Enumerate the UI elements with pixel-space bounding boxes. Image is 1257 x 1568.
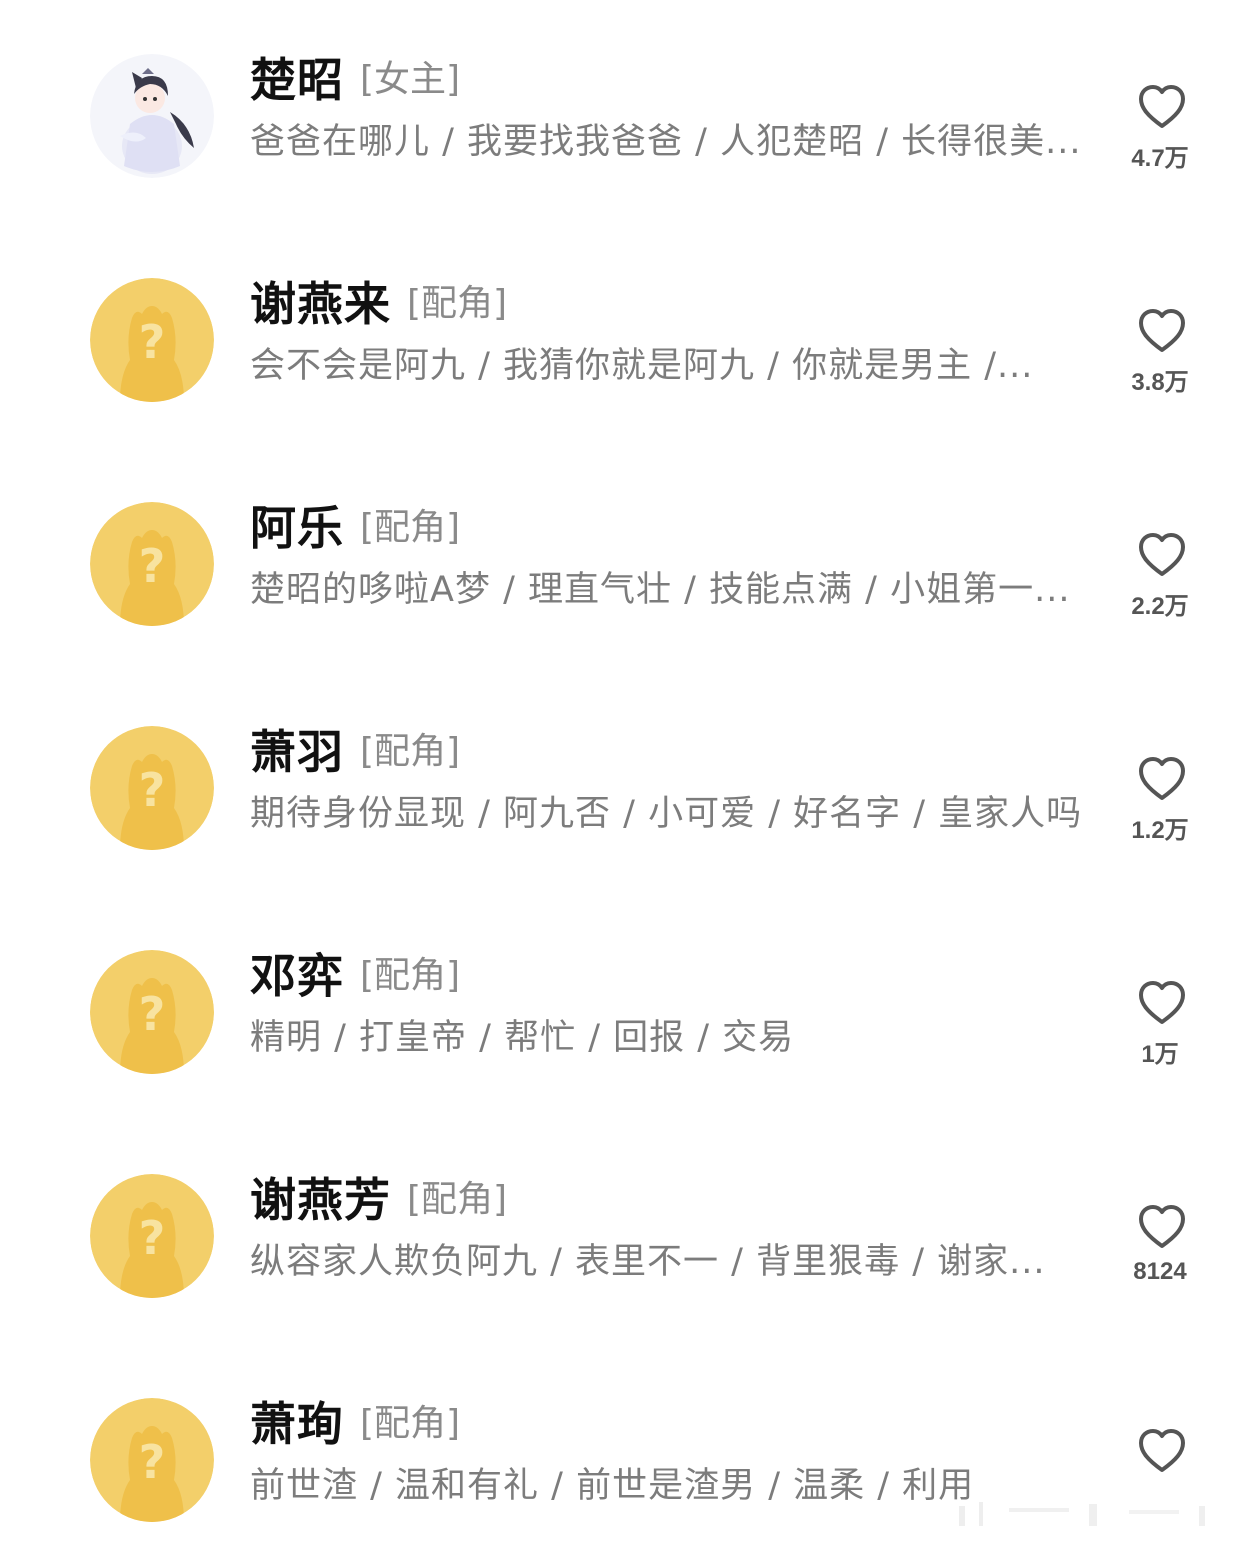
heart-outline-icon[interactable] <box>1138 980 1186 1026</box>
female-character-avatar-icon[interactable] <box>90 54 214 178</box>
character-list: 楚昭 [女主] 爸爸在哪儿 / 我要找我爸爸 / 人犯楚昭 / 长得很美... … <box>0 0 1257 1534</box>
heart-outline-icon[interactable] <box>1138 1428 1186 1474</box>
character-name: 谢燕来 <box>250 277 391 331</box>
character-title: 邓弈 [配角] <box>250 948 460 1004</box>
like-count: 1.2万 <box>1131 817 1189 844</box>
character-row[interactable]: ? 邓弈 [配角] 精明 / 打皇帝 / 帮忙 / 回报 / 交易 1万 <box>0 896 1257 1120</box>
character-name: 谢燕芳 <box>250 1173 391 1227</box>
character-row[interactable]: ? 萧羽 [配角] 期待身份显现 / 阿九否 / 小可爱 / 好名字 / 皇家人… <box>0 672 1257 896</box>
character-row[interactable]: 楚昭 [女主] 爸爸在哪儿 / 我要找我爸爸 / 人犯楚昭 / 长得很美... … <box>0 0 1257 224</box>
like-count: 1万 <box>1141 1041 1179 1068</box>
svg-text:?: ? <box>139 987 166 1041</box>
like-count: 8124 <box>1133 1258 1187 1285</box>
character-title: 谢燕来 [配角] <box>250 276 507 332</box>
character-tags: 爸爸在哪儿 / 我要找我爸爸 / 人犯楚昭 / 长得很美... <box>250 122 1080 162</box>
like-button[interactable]: 1万 <box>1110 980 1210 1080</box>
svg-text:?: ? <box>139 763 166 817</box>
unknown-character-avatar-icon[interactable]: ? <box>90 278 214 402</box>
like-count: 4.7万 <box>1131 145 1189 172</box>
character-name: 阿乐 <box>250 501 344 555</box>
character-title: 谢燕芳 [配角] <box>250 1172 507 1228</box>
character-name: 楚昭 <box>250 53 344 107</box>
character-name: 萧珣 <box>250 1397 344 1451</box>
character-name: 邓弈 <box>250 949 344 1003</box>
character-title: 萧珣 [配角] <box>250 1396 460 1452</box>
like-button[interactable]: 2.2万 <box>1110 532 1210 632</box>
heart-outline-icon[interactable] <box>1138 308 1186 354</box>
character-title: 楚昭 [女主] <box>250 52 460 108</box>
character-tags: 楚昭的哆啦A梦 / 理直气壮 / 技能点满 / 小姐第一... <box>250 570 1071 610</box>
character-name: 萧羽 <box>250 725 344 779</box>
character-tags: 期待身份显现 / 阿九否 / 小可爱 / 好名字 / 皇家人吗 <box>250 794 1080 834</box>
character-tags: 纵容家人欺负阿九 / 表里不一 / 背里狠毒 / 谢家... <box>250 1242 1046 1282</box>
character-tags: 精明 / 打皇帝 / 帮忙 / 回报 / 交易 <box>250 1018 795 1058</box>
svg-text:?: ? <box>139 315 166 369</box>
svg-text:?: ? <box>139 539 166 593</box>
character-tags: 会不会是阿九 / 我猜你就是阿九 / 你就是男主 /... <box>250 346 1034 386</box>
character-role: [配角] <box>360 507 461 548</box>
heart-outline-icon[interactable] <box>1138 532 1186 578</box>
like-button[interactable]: 4.7万 <box>1110 84 1210 184</box>
svg-text:?: ? <box>139 1211 166 1265</box>
character-role: [配角] <box>360 1403 461 1444</box>
unknown-character-avatar-icon[interactable]: ? <box>90 1174 214 1298</box>
svg-text:?: ? <box>139 1435 166 1489</box>
heart-outline-icon[interactable] <box>1138 1204 1186 1250</box>
like-button[interactable]: 3.8万 <box>1110 308 1210 408</box>
like-count: 2.2万 <box>1131 593 1189 620</box>
character-row[interactable]: ? 谢燕芳 [配角] 纵容家人欺负阿九 / 表里不一 / 背里狠毒 / 谢家..… <box>0 1120 1257 1344</box>
character-title: 萧羽 [配角] <box>250 724 460 780</box>
unknown-character-avatar-icon[interactable]: ? <box>90 726 214 850</box>
like-count: 3.8万 <box>1131 369 1189 396</box>
character-role: [配角] <box>360 955 461 996</box>
character-role: [配角] <box>360 731 461 772</box>
unknown-character-avatar-icon[interactable]: ? <box>90 1398 214 1522</box>
character-role: [女主] <box>360 59 461 100</box>
character-role: [配角] <box>407 283 508 324</box>
heart-outline-icon[interactable] <box>1138 756 1186 802</box>
heart-outline-icon[interactable] <box>1138 84 1186 130</box>
like-button[interactable]: 1.2万 <box>1110 756 1210 856</box>
unknown-character-avatar-icon[interactable]: ? <box>90 950 214 1074</box>
faded-overlay-bars <box>959 1502 1205 1526</box>
character-row[interactable]: ? 阿乐 [配角] 楚昭的哆啦A梦 / 理直气壮 / 技能点满 / 小姐第一..… <box>0 448 1257 672</box>
character-role: [配角] <box>407 1179 508 1220</box>
character-row[interactable]: ? 谢燕来 [配角] 会不会是阿九 / 我猜你就是阿九 / 你就是男主 /...… <box>0 224 1257 448</box>
unknown-character-avatar-icon[interactable]: ? <box>90 502 214 626</box>
like-button[interactable]: 8124 <box>1110 1204 1210 1304</box>
character-title: 阿乐 [配角] <box>250 500 460 556</box>
character-row[interactable]: ? 萧珣 [配角] 前世渣 / 温和有礼 / 前世是渣男 / 温柔 / 利用 <box>0 1344 1257 1568</box>
